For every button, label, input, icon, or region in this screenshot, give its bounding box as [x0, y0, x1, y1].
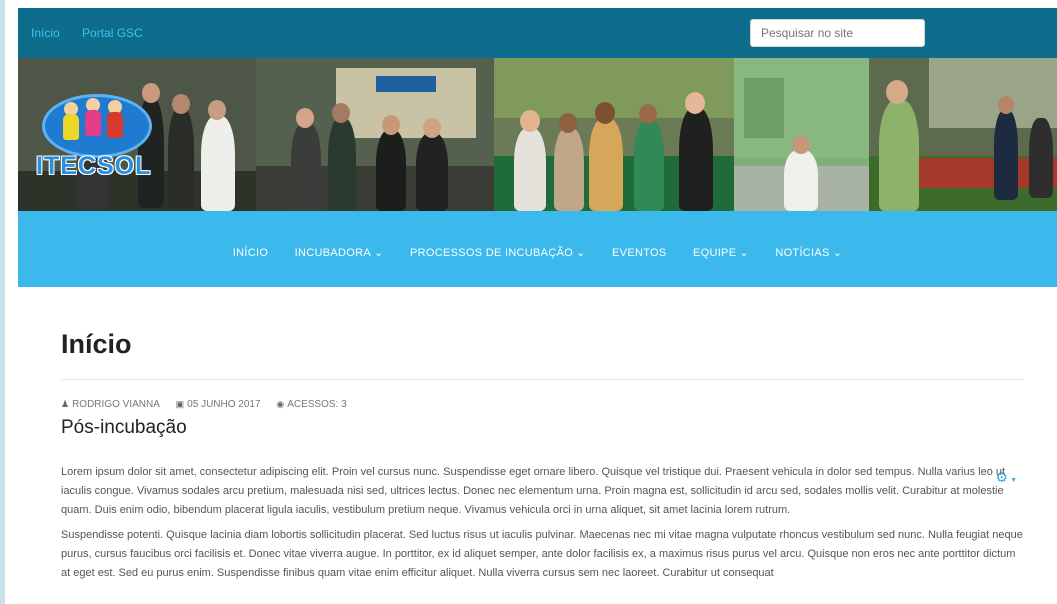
top-link-inicio[interactable]: Início — [31, 26, 60, 40]
banner-photo — [494, 58, 734, 211]
nav-item-label: EVENTOS — [612, 247, 667, 259]
nav-item-label: PROCESSOS DE INCUBAÇÃO — [409, 247, 574, 259]
divider — [61, 379, 1024, 380]
main-content: Início ♟ RODRIGO VIANNA ▣ 05 JUNHO 2017 ◉ A… — [18, 329, 1057, 583]
logo-text: ITECSOL — [36, 152, 152, 180]
chevron-down-icon: ⌄ — [832, 247, 843, 259]
page-title: Início — [61, 329, 132, 359]
nav-item-incubadora[interactable]: INCUBADORA ⌄ — [295, 246, 384, 259]
top-bar: Início Portal GSC — [18, 8, 1057, 58]
eye-icon: ◉ — [276, 399, 285, 409]
nav-item-label: NOTÍCIAS — [775, 247, 830, 259]
nav-item-label: EQUIPE — [692, 247, 737, 259]
nav-item-label: INCUBADORA — [294, 247, 371, 259]
article-title[interactable]: Pós-incubação — [61, 417, 1024, 441]
chevron-down-icon: ⌄ — [576, 247, 586, 259]
article-author: RODRIGO VIANNA — [72, 399, 160, 410]
chevron-down-icon: ⌄ — [739, 247, 749, 259]
article-date: 05 JUNHO 2017 — [187, 399, 261, 410]
nav-item-eventos[interactable]: EVENTOS — [612, 247, 666, 259]
page-left-edge — [0, 0, 5, 604]
nav-item-equipe[interactable]: EQUIPE ⌄ — [693, 246, 749, 259]
article-meta: ♟ RODRIGO VIANNA ▣ 05 JUNHO 2017 ◉ ACESSOS:… — [61, 399, 1024, 411]
caret-down-icon: ▼ — [1010, 477, 1017, 484]
nav-item-label: INÍCIO — [232, 247, 269, 259]
banner-photo — [869, 58, 1057, 211]
article-hits: ACESSOS: 3 — [287, 399, 347, 410]
nav-item-noticias[interactable]: NOTÍCIAS ⌄ — [775, 246, 842, 259]
calendar-icon: ▣ — [175, 399, 185, 409]
main-nav: INÍCIO INCUBADORA ⌄ PROCESSOS DE INCUBAÇÃ… — [18, 211, 1057, 287]
banner-photo — [734, 58, 869, 211]
user-icon: ♟ — [61, 399, 70, 409]
itecsol-logo[interactable]: ITECSOL — [36, 86, 176, 196]
top-link-portal-gsc[interactable]: Portal GSC — [82, 26, 143, 40]
header-banner: ITECSOL — [18, 58, 1057, 211]
banner-photo — [256, 58, 494, 211]
top-links: Início Portal GSC — [31, 26, 162, 40]
article-paragraph: Suspendisse potenti. Quisque lacinia dia… — [61, 529, 1023, 579]
nav-item-inicio[interactable]: INÍCIO — [233, 247, 268, 259]
gear-icon: ⚙ — [995, 469, 1009, 485]
page-container: Início Portal GSC Pesquisar no site ITEC… — [18, 0, 1057, 604]
article-tools-button[interactable]: ⚙ ▼ — [996, 469, 1018, 486]
search-input[interactable] — [750, 19, 925, 47]
article-paragraph: Lorem ipsum dolor sit amet, consectetur … — [61, 466, 1006, 516]
chevron-down-icon: ⌄ — [374, 247, 384, 259]
nav-item-processos[interactable]: PROCESSOS DE INCUBAÇÃO ⌄ — [410, 246, 586, 259]
